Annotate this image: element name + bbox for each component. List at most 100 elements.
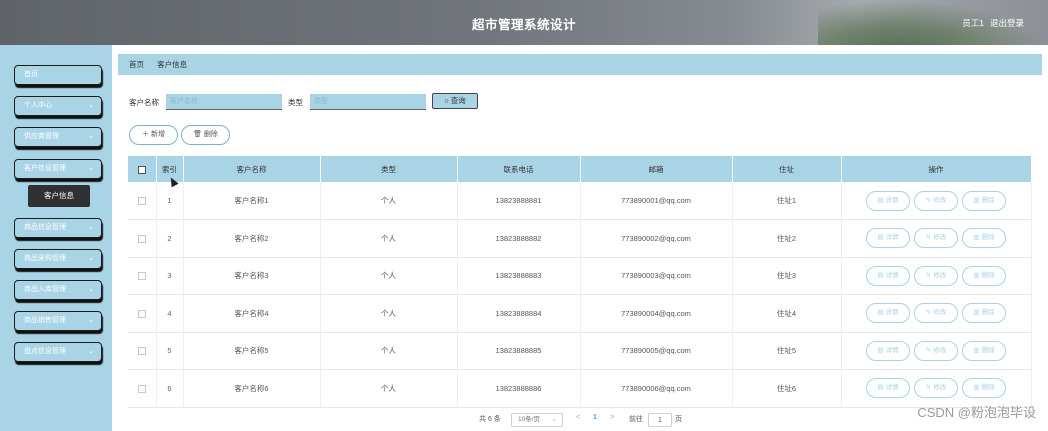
sidebar-item-label: 商品销售管理	[24, 317, 66, 324]
row-email: 773890004@qq.com	[580, 294, 733, 332]
sidebar-item-suppliers[interactable]: 供应商管理 ⌄	[14, 127, 102, 147]
sidebar-subitem-customer-info[interactable]: 客户信息	[28, 185, 90, 207]
sidebar-item-label: 商品入库管理	[24, 286, 66, 293]
column-header: 操作	[841, 156, 1032, 182]
customer-name-label: 客户名称	[129, 98, 159, 107]
document-icon: ▤	[877, 384, 884, 392]
detail-label: 详情	[885, 196, 899, 204]
delete-button[interactable]: ▥ 删除	[962, 378, 1006, 399]
document-icon: ▤	[877, 196, 884, 204]
row-checkbox[interactable]	[137, 197, 146, 205]
row-select-cell	[128, 332, 157, 370]
current-user: 员工1	[962, 18, 984, 28]
detail-button[interactable]: ▤ 详情	[866, 303, 910, 324]
row-select-cell	[128, 369, 157, 407]
row-customer-name: 客户名称3	[183, 257, 321, 295]
edit-button[interactable]: ✎ 修改	[914, 340, 958, 361]
add-button[interactable]: ＋ 新增	[129, 125, 178, 145]
detail-button[interactable]: ▤ 详情	[866, 378, 910, 399]
detail-button[interactable]: ▤ 详情	[866, 265, 910, 286]
column-header: 联系电话	[457, 156, 581, 182]
customer-name-input[interactable]	[166, 94, 282, 110]
page-unit-label: 页	[675, 416, 682, 423]
edit-button[interactable]: ✎ 修改	[914, 378, 958, 399]
query-label: ○ 查询	[444, 96, 466, 105]
chevron-down-icon: ⌄	[88, 255, 94, 262]
delete-label: 删除	[981, 234, 995, 242]
page-size-select[interactable]: 10条/页 ⌄	[511, 413, 563, 427]
detail-button[interactable]: ▤ 详情	[866, 340, 910, 361]
chevron-down-icon: ⌄	[88, 224, 94, 231]
prev-page-button[interactable]: <	[576, 414, 580, 421]
sidebar-item-sales[interactable]: 商品销售管理 ⌄	[14, 311, 102, 331]
row-index: 4	[156, 294, 184, 332]
chevron-down-icon: ⌄	[88, 165, 94, 172]
sidebar-item-label: 商品采购管理	[24, 255, 66, 262]
document-icon: ▤	[877, 309, 884, 317]
table-header-row: 索引 客户名称 类型 联系电话 邮箱 住址 操作	[128, 156, 1032, 182]
row-phone: 13823888883	[457, 257, 581, 295]
sidebar-item-personal-center[interactable]: 个人中心 ⌄	[14, 96, 102, 116]
row-email: 773890003@qq.com	[580, 257, 733, 295]
goto-page-input[interactable]	[648, 413, 672, 427]
row-type: 个人	[320, 257, 458, 295]
customer-table: 索引 客户名称 类型 联系电话 邮箱 住址 操作 1 客户名称1 个人 1382388…	[128, 156, 1032, 408]
chevron-down-icon: ⌄	[88, 286, 94, 293]
delete-button[interactable]: ▥ 删除	[962, 303, 1006, 324]
sidebar-item-stock-in[interactable]: 商品入库管理 ⌄	[14, 280, 102, 300]
row-operations: ▤ 详情 ✎ 修改 ▥ 删除	[841, 219, 1032, 257]
table-row: 3 客户名称3 个人 13823888883 773890003@qq.com 住址3 ▤ 详…	[128, 257, 1032, 295]
trash-icon: ▥	[973, 384, 980, 392]
sidebar-item-label: 个人中心	[24, 102, 52, 109]
delete-button[interactable]: ▥ 删除	[962, 228, 1006, 249]
edit-button[interactable]: ✎ 修改	[914, 303, 958, 324]
row-index: 5	[156, 332, 184, 370]
sidebar-item-label: 供应商管理	[24, 133, 59, 140]
trash-icon: ▥	[973, 346, 980, 354]
table-row: 4 客户名称4 个人 13823888884 773890004@qq.com 住址4 ▤ 详…	[128, 294, 1032, 332]
row-checkbox[interactable]	[137, 272, 146, 281]
trash-icon: ▥	[973, 196, 980, 204]
type-input[interactable]	[310, 94, 426, 110]
delete-button[interactable]: ▥ 删除	[962, 190, 1006, 211]
sidebar-item-customers[interactable]: 客户信息管理 ⌄	[14, 159, 102, 179]
watermark: CSDN @粉泡泡毕设	[917, 405, 1036, 420]
select-all-checkbox[interactable]	[137, 165, 146, 174]
trash-icon: ▥	[973, 309, 980, 317]
edit-button[interactable]: ✎ 修改	[914, 228, 958, 249]
sidebar-item-products[interactable]: 商品信息管理 ⌄	[14, 218, 102, 238]
row-phone: 13823888881	[457, 182, 581, 220]
edit-button[interactable]: ✎ 修改	[914, 265, 958, 286]
breadcrumb-home[interactable]: 首页	[129, 60, 144, 69]
sidebar-item-home[interactable]: 首页	[14, 65, 102, 85]
detail-button[interactable]: ▤ 详情	[866, 228, 910, 249]
sidebar-item-inventory-check[interactable]: 盘点信息管理 ⌄	[14, 342, 102, 362]
detail-button[interactable]: ▤ 详情	[866, 190, 910, 211]
edit-button[interactable]: ✎ 修改	[914, 190, 958, 211]
trash-icon: ▥	[973, 234, 980, 242]
add-label: ＋ 新增	[142, 131, 165, 138]
column-header: 邮箱	[580, 156, 733, 182]
row-checkbox[interactable]	[137, 384, 146, 393]
row-checkbox[interactable]	[137, 234, 146, 243]
row-select-cell	[128, 257, 157, 295]
row-customer-name: 客户名称1	[183, 182, 321, 220]
row-address: 住址3	[732, 257, 842, 295]
batch-delete-button[interactable]: 🗑 删除	[181, 125, 230, 145]
row-email: 773890005@qq.com	[580, 332, 733, 370]
row-checkbox[interactable]	[137, 309, 146, 318]
delete-button[interactable]: ▥ 删除	[962, 265, 1006, 286]
sidebar-item-purchases[interactable]: 商品采购管理 ⌄	[14, 249, 102, 269]
row-operations: ▤ 详情 ✎ 修改 ▥ 删除	[841, 257, 1032, 295]
row-address: 住址4	[732, 294, 842, 332]
current-page-number[interactable]: 1	[593, 414, 597, 421]
delete-button[interactable]: ▥ 删除	[962, 340, 1006, 361]
logout-link[interactable]: 退出登录	[990, 17, 1024, 29]
query-button[interactable]: ○ 查询	[432, 93, 478, 109]
trash-icon: ▥	[973, 271, 980, 279]
row-type: 个人	[320, 332, 458, 370]
edit-label: 修改	[933, 309, 947, 317]
next-page-button[interactable]: >	[610, 414, 614, 421]
detail-label: 详情	[885, 384, 899, 392]
row-checkbox[interactable]	[137, 347, 146, 356]
